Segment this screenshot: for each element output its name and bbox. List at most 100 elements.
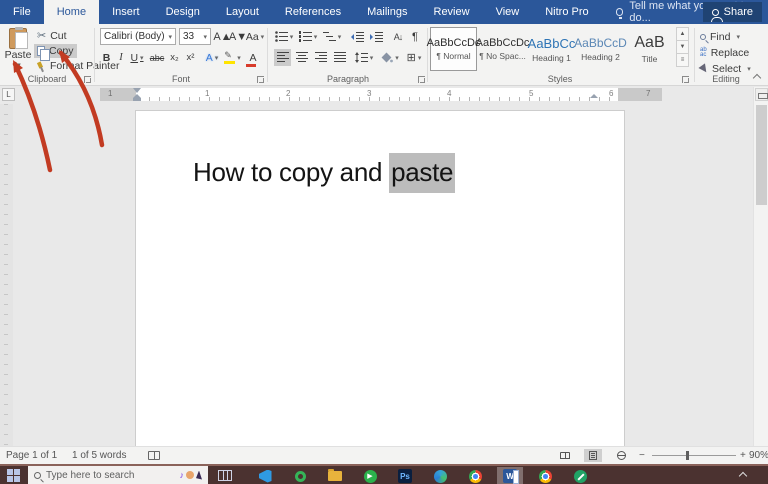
taskbar-app-green[interactable] <box>567 467 593 484</box>
copy-button[interactable]: Copy <box>34 44 77 58</box>
justify-button[interactable] <box>331 49 348 66</box>
tab-mailings[interactable]: Mailings <box>354 0 420 24</box>
indent-icon <box>370 31 383 42</box>
align-right-button[interactable] <box>312 49 329 66</box>
styles-dialog-launcher[interactable] <box>682 76 689 83</box>
highlight-color-button[interactable] <box>223 49 242 66</box>
taskbar-app-vscode[interactable] <box>252 467 278 484</box>
taskbar-app-green-play[interactable]: ▶ <box>357 467 383 484</box>
document-page[interactable]: How to copy and paste <box>135 110 625 446</box>
tab-review[interactable]: Review <box>421 0 483 24</box>
font-dialog-launcher[interactable] <box>257 76 264 83</box>
clipboard-group-label: Clipboard <box>0 74 94 84</box>
proofing-book-icon[interactable] <box>148 451 160 460</box>
tab-design[interactable]: Design <box>153 0 213 24</box>
increase-indent-button[interactable] <box>367 28 385 45</box>
sort-button[interactable]: A↓ <box>390 28 406 45</box>
start-button[interactable] <box>7 469 21 483</box>
bullets-button[interactable] <box>274 28 294 45</box>
style-heading-1[interactable]: AaBbCc Heading 1 <box>528 27 575 71</box>
read-mode-button[interactable] <box>556 449 574 462</box>
tab-layout[interactable]: Layout <box>213 0 272 24</box>
vertical-scrollbar[interactable] <box>753 87 768 446</box>
ruler-toggle-button[interactable] <box>755 88 768 101</box>
decrease-indent-button[interactable] <box>348 28 366 45</box>
align-center-button[interactable] <box>293 49 310 66</box>
web-layout-button[interactable] <box>612 449 630 462</box>
taskbar-file-explorer[interactable] <box>322 467 348 484</box>
font-family-value: Calibri (Body) <box>104 31 165 42</box>
search-placeholder: Type here to search <box>46 470 134 481</box>
text-effects-button[interactable]: A <box>203 49 221 66</box>
multilevel-list-button[interactable] <box>322 28 342 45</box>
zoom-out-button[interactable]: − <box>639 450 645 461</box>
right-indent-marker[interactable] <box>590 94 598 98</box>
cut-button[interactable]: ✂ Cut <box>34 29 70 43</box>
tab-file[interactable]: File <box>0 0 44 24</box>
tray-chevron-icon[interactable] <box>739 472 747 480</box>
taskbar-edge[interactable] <box>427 467 453 484</box>
show-formatting-button[interactable]: ¶ <box>408 28 422 45</box>
italic-button[interactable]: I <box>115 49 127 66</box>
tab-nitro-pro[interactable]: Nitro Pro <box>532 0 601 24</box>
ruler-right-margin <box>618 88 662 101</box>
font-color-button[interactable]: A <box>244 49 262 66</box>
find-button[interactable]: Find <box>700 29 740 44</box>
style-no-spacing[interactable]: AaBbCcDc ¶ No Spac... <box>479 27 526 71</box>
taskbar-app-ring[interactable] <box>287 467 313 484</box>
tab-stop-selector[interactable]: L <box>2 88 15 101</box>
share-button[interactable]: Share <box>703 2 762 22</box>
styles-scroll-up-button[interactable]: ▲ <box>676 27 689 41</box>
bold-button[interactable]: B <box>100 49 113 66</box>
font-size-combobox[interactable]: 33 <box>179 28 211 45</box>
word-count[interactable]: 1 of 5 words <box>72 450 126 461</box>
clipboard-dialog-launcher[interactable] <box>84 76 91 83</box>
print-layout-button[interactable] <box>584 449 602 462</box>
taskbar-chrome-2[interactable] <box>532 467 558 484</box>
person-thumbnail <box>186 471 194 479</box>
left-indent-marker[interactable] <box>133 98 141 101</box>
shading-button[interactable] <box>380 49 400 66</box>
borders-button[interactable]: ⊞ <box>404 49 424 66</box>
first-line-indent-marker[interactable] <box>133 88 141 93</box>
strikethrough-button[interactable]: abc <box>148 49 166 66</box>
numbering-button[interactable] <box>298 28 318 45</box>
tab-references[interactable]: References <box>272 0 354 24</box>
style-title[interactable]: AaB Title <box>626 27 673 71</box>
task-view-button[interactable] <box>218 470 232 481</box>
zoom-slider-thumb[interactable] <box>686 451 689 460</box>
align-center-icon <box>296 52 308 63</box>
style-normal[interactable]: AaBbCcDc ¶ Normal <box>430 27 477 71</box>
zoom-slider-track[interactable] <box>652 455 736 456</box>
tab-view[interactable]: View <box>483 0 533 24</box>
tab-insert[interactable]: Insert <box>99 0 153 24</box>
style-heading-2[interactable]: AaBbCcD Heading 2 <box>577 27 624 71</box>
word-icon: W <box>503 469 517 483</box>
subscript-button[interactable]: x₂ <box>167 49 182 66</box>
scrollbar-thumb[interactable] <box>756 105 767 205</box>
zoom-level[interactable]: 90% <box>749 450 768 461</box>
ruler-number: 4 <box>447 89 451 98</box>
taskbar-search-box[interactable]: Type here to search ♪ <box>28 466 208 484</box>
grow-font-button[interactable]: A▲ <box>215 28 230 45</box>
status-bar: Page 1 of 1 1 of 5 words − + 90% <box>0 446 768 464</box>
superscript-button[interactable]: x² <box>183 49 198 66</box>
paste-clipboard-icon <box>9 28 27 49</box>
line-spacing-button[interactable] <box>354 49 374 66</box>
align-left-button[interactable] <box>274 49 291 66</box>
change-case-button[interactable]: Aa <box>246 28 264 45</box>
font-family-combobox[interactable]: Calibri (Body) <box>100 28 176 45</box>
ruler-number: 1 <box>108 89 112 98</box>
shrink-font-button[interactable]: A▼ <box>231 28 245 45</box>
taskbar-photoshop[interactable]: Ps <box>392 467 418 484</box>
taskbar-word-active[interactable]: W <box>497 467 523 484</box>
page-count[interactable]: Page 1 of 1 <box>6 450 57 461</box>
styles-more-button[interactable]: ≡ <box>676 53 689 67</box>
tab-home[interactable]: Home <box>44 0 99 24</box>
paragraph-dialog-launcher[interactable] <box>418 76 425 83</box>
zoom-in-button[interactable]: + <box>740 450 746 461</box>
styles-scroll-down-button[interactable]: ▼ <box>676 40 689 54</box>
taskbar-chrome[interactable] <box>462 467 488 484</box>
underline-button[interactable]: U <box>128 49 146 66</box>
replace-button[interactable]: abac Replace <box>700 45 749 60</box>
